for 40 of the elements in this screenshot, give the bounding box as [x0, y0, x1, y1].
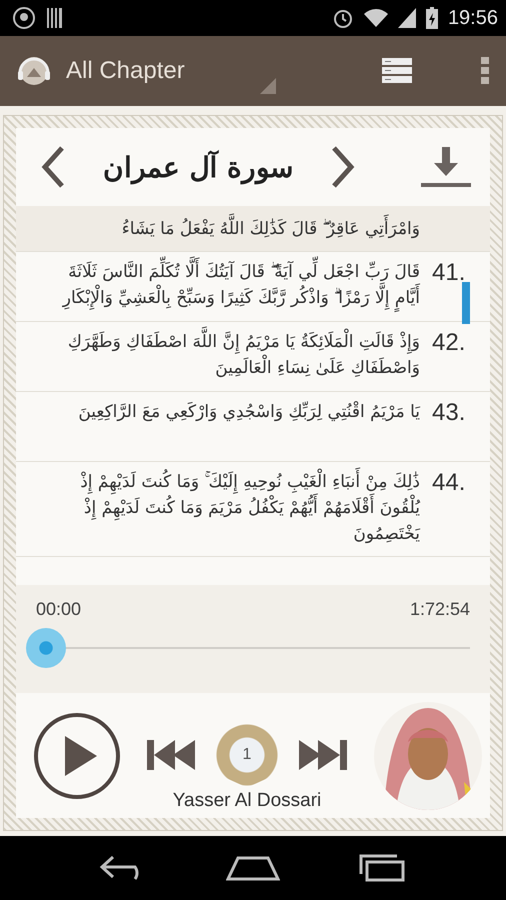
total-duration: 1:72:54 — [410, 599, 470, 620]
verse-text: وَامْرَأَتِي عَاقِرٌ ۖ قَالَ كَذَٰلِكَ اللَّهُ يَفْعَلُ مَا يَشَاءُ — [16, 211, 420, 247]
barcode-icon — [46, 7, 64, 29]
verse-row[interactable]: وَامْرَأَتِي عَاقِرٌ ۖ قَالَ كَذَٰلِكَ اللَّهُ يَفْعَلُ مَا يَشَاءُ — [16, 206, 490, 252]
next-surah-button[interactable] — [330, 145, 356, 189]
verse-text: يَا مَرْيَمُ اقْنُتِي لِرَبِّكِ وَاسْجُدِي وَارْكَعِي مَعَ الرَّاكِعِينَ — [77, 400, 420, 424]
recent-apps-icon[interactable] — [357, 854, 408, 882]
dropdown-arrow-icon — [260, 78, 276, 94]
clock-time: 19:56 — [448, 6, 498, 30]
play-button[interactable] — [34, 712, 120, 798]
reciter-name: Yasser Al Dossari — [172, 790, 322, 812]
verse-number: 44. — [432, 469, 466, 496]
chevron-left-icon — [40, 145, 66, 189]
play-icon — [63, 734, 99, 778]
skip-back-icon — [147, 738, 197, 770]
battery-icon — [426, 7, 438, 29]
slider-thumb[interactable] — [26, 628, 66, 668]
verse-number: 42. — [432, 329, 466, 356]
verse-text: وَإِذْ قَالَتِ الْمَلَائِكَةُ يَا مَرْيَمُ إِنَّ اللَّهَ اصْطَفَاكِ وَطَهَّرَكِ وَاصْطَفَاكِ عَلَىٰ نِسَاءِ الْعَالَمِينَ — [16, 324, 420, 387]
scroll-indicator — [462, 282, 470, 324]
previous-surah-button[interactable] — [40, 145, 66, 189]
next-track-button[interactable] — [297, 738, 347, 770]
overflow-menu-icon[interactable] — [480, 56, 490, 86]
surah-title: سورة آل عمران — [102, 150, 294, 184]
verse-number: 43. — [432, 399, 466, 426]
wifi-icon — [364, 8, 388, 28]
elapsed-time: 00:00 — [36, 599, 82, 620]
home-icon[interactable] — [226, 855, 280, 881]
list-icon[interactable] — [382, 57, 412, 85]
download-button[interactable] — [420, 145, 472, 189]
chevron-right-icon — [330, 145, 356, 189]
track-number-badge: 1 — [215, 722, 279, 788]
previous-track-button[interactable] — [147, 738, 197, 770]
verse-text: قَالَ رَبِّ اجْعَل لِّي آيَةً ۖ قَالَ آيَتُكَ أَلَّا تُكَلِّمَ النَّاسَ ثَلَاثَةَ أَيَّامٍ إِلَّا رَمْزًا ۗ وَاذْكُر رَّبَّكَ كَثِيرًا وَسَبِّحْ بِالْعَشِيِّ وَالْإِبْكَارِ — [16, 254, 420, 317]
signal-icon — [398, 8, 416, 28]
verse-number: 41. — [432, 259, 466, 286]
alarm-icon — [332, 7, 354, 29]
verse-text: ذَٰلِكَ مِنْ أَنبَاءِ الْغَيْبِ نُوحِيهِ إِلَيْكَ ۚ وَمَا كُنتَ لَدَيْهِمْ إِذْ يُلْقُونَ أَقْلَامَهُمْ أَيُّهُمْ يَكْفُلُ مَرْيَمَ وَمَا كُنتَ لَدَيْهِمْ إِذْ يَخْتَصِمُونَ — [16, 464, 420, 552]
download-icon — [420, 145, 472, 189]
skip-forward-icon — [297, 738, 347, 770]
